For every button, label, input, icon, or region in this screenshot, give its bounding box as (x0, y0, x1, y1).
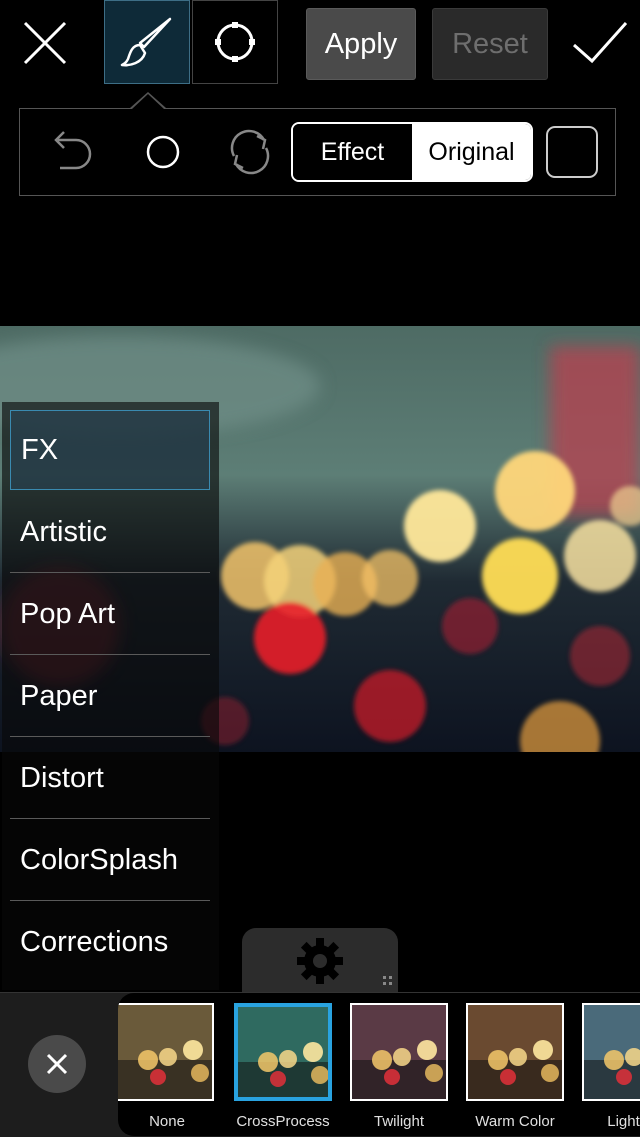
filter-thumbnail[interactable] (118, 1003, 214, 1101)
menu-divider (10, 736, 210, 737)
effect-original-toggle[interactable]: Effect Original (291, 122, 533, 182)
panel-pointer-inner (132, 94, 164, 109)
close-icon (23, 21, 67, 65)
gear-icon (297, 938, 343, 984)
menu-item-label: Artistic (20, 515, 107, 548)
menu-item-label: Corrections (20, 925, 169, 958)
undo-button[interactable] (46, 124, 102, 180)
menu-item-label: FX (21, 433, 59, 466)
menu-item-paper[interactable]: Paper (10, 656, 210, 736)
refresh-button[interactable] (222, 124, 278, 180)
circle-icon (146, 135, 180, 169)
filter-thumbnail[interactable] (234, 1003, 332, 1101)
menu-item-label: ColorSplash (20, 843, 178, 876)
effect-category-menu: FX Artistic Pop Art Paper Distort ColorS… (2, 402, 219, 990)
checkmark-icon (573, 21, 628, 64)
menu-item-pop-art[interactable]: Pop Art (10, 574, 210, 654)
close-filters-button[interactable] (28, 1035, 86, 1093)
brush-size-button[interactable] (135, 124, 191, 180)
filter-preview-image (584, 1005, 640, 1099)
menu-item-corrections[interactable]: Corrections (10, 902, 210, 982)
menu-item-colorsplash[interactable]: ColorSplash (10, 820, 210, 900)
filter-preview-image (352, 1005, 446, 1099)
brush-tool-button[interactable] (104, 0, 190, 84)
filter-label: None (149, 1113, 185, 1130)
confirm-button[interactable] (560, 0, 640, 86)
close-button[interactable] (0, 0, 90, 86)
brush-icon (120, 17, 172, 67)
filter-thumbnail[interactable] (582, 1003, 640, 1101)
filter-preview-image (118, 1005, 212, 1099)
menu-item-label: Pop Art (20, 597, 116, 630)
circle-select-icon (215, 22, 255, 62)
filter-thumbnail[interactable] (350, 1003, 448, 1101)
filter-thumbnail-strip[interactable]: None CrossProcess Twilight Warm Color Light … (118, 993, 640, 1136)
circle-select-button[interactable] (192, 0, 278, 84)
menu-item-artistic[interactable]: Artistic (10, 492, 210, 572)
effect-segment[interactable]: Effect (293, 124, 412, 180)
refresh-icon (230, 129, 270, 175)
square-icon[interactable] (546, 126, 598, 178)
menu-item-fx[interactable]: FX (10, 410, 210, 490)
drag-handle-icon (383, 976, 392, 985)
filter-label: Twilight (373, 1113, 425, 1130)
apply-button[interactable]: Apply (306, 8, 416, 80)
menu-divider (10, 818, 210, 819)
undo-icon (54, 131, 92, 170)
filter-preview-image (468, 1005, 562, 1099)
filter-label: CrossProcess (236, 1113, 330, 1130)
menu-divider (10, 572, 210, 573)
reset-button[interactable]: Reset (432, 8, 548, 80)
filter-thumbnail[interactable] (466, 1003, 564, 1101)
menu-item-label: Paper (20, 679, 98, 712)
settings-tab[interactable] (242, 928, 398, 998)
close-icon (46, 1053, 68, 1075)
filter-label: Light C (607, 1113, 640, 1130)
filter-preview-image (238, 1007, 328, 1097)
original-segment[interactable]: Original (412, 124, 531, 180)
filter-label: Warm Color (475, 1113, 555, 1130)
menu-divider (10, 654, 210, 655)
menu-item-label: Distort (20, 761, 104, 794)
menu-item-distort[interactable]: Distort (10, 738, 210, 818)
menu-divider (10, 900, 210, 901)
